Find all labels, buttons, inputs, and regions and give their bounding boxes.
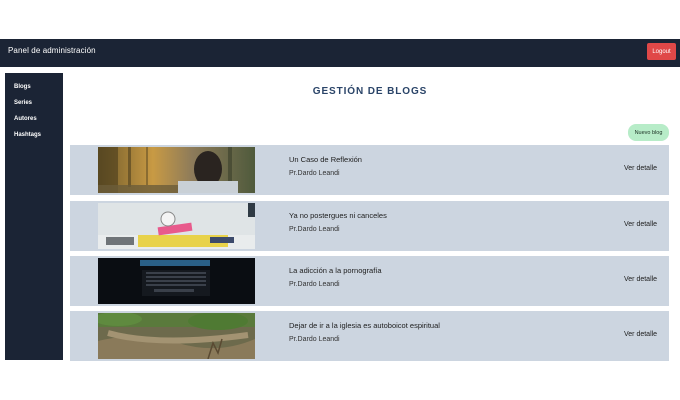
blog-author: Pr.Dardo Leandi (289, 170, 340, 177)
top-navbar: Panel de administración Logout (0, 39, 680, 67)
view-detail-link[interactable]: Ver detalle (624, 221, 657, 228)
blog-row: La adicción a la pornografía Pr.Dardo Le… (70, 256, 669, 306)
logout-button[interactable]: Logout (647, 43, 676, 60)
blog-thumbnail (98, 203, 255, 249)
blog-author: Pr.Dardo Leandi (289, 336, 340, 343)
blog-thumbnail (98, 147, 255, 193)
view-detail-link[interactable]: Ver detalle (624, 165, 657, 172)
blog-row: Un Caso de Reflexión Pr.Dardo Leandi Ver… (70, 145, 669, 195)
blog-title: La adicción a la pornografía (289, 266, 382, 275)
new-blog-button[interactable]: Nuevo blog (628, 124, 669, 141)
blog-title: Dejar de ir a la iglesia es autoboicot e… (289, 321, 440, 330)
brand-title: Panel de administración (8, 46, 96, 55)
blog-thumbnail (98, 313, 255, 359)
sidebar-item-series[interactable]: Series (14, 100, 32, 106)
sidebar-item-hashtags[interactable]: Hashtags (14, 132, 41, 138)
view-detail-link[interactable]: Ver detalle (624, 276, 657, 283)
page-title: GESTIÓN DE BLOGS (312, 86, 428, 97)
sidebar-item-blogs[interactable]: Blogs (14, 84, 31, 90)
blog-author: Pr.Dardo Leandi (289, 226, 340, 233)
blog-thumbnail (98, 258, 255, 304)
blog-row: Ya no postergues ni canceles Pr.Dardo Le… (70, 201, 669, 251)
blog-title: Un Caso de Reflexión (289, 155, 362, 164)
sidebar-item-autores[interactable]: Autores (14, 116, 37, 122)
blog-row: Dejar de ir a la iglesia es autoboicot e… (70, 311, 669, 361)
sidebar: Blogs Series Autores Hashtags (5, 73, 63, 360)
blog-title: Ya no postergues ni canceles (289, 211, 387, 220)
view-detail-link[interactable]: Ver detalle (624, 331, 657, 338)
blog-author: Pr.Dardo Leandi (289, 281, 340, 288)
